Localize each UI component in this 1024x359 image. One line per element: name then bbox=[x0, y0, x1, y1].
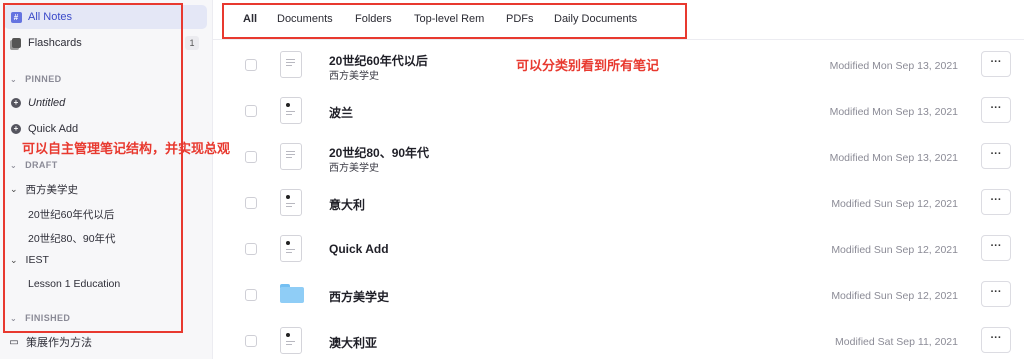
row-modified: Modified Mon Sep 13, 2021 bbox=[829, 106, 958, 118]
annotation-box-tabs bbox=[222, 3, 687, 39]
document-dot-icon bbox=[280, 189, 302, 216]
more-button[interactable]: ··· bbox=[981, 189, 1011, 215]
row-title: 波兰 bbox=[329, 106, 354, 120]
row-checkbox[interactable] bbox=[245, 59, 257, 71]
row-modified: Modified Sun Sep 12, 2021 bbox=[831, 198, 958, 210]
table-row[interactable]: 西方美学史 Modified Sun Sep 12, 2021 ··· bbox=[213, 272, 1024, 318]
row-checkbox[interactable] bbox=[245, 105, 257, 117]
row-checkbox[interactable] bbox=[245, 243, 257, 255]
app-window: # All Notes Flashcards 1 ⌄ PINNED + Unti… bbox=[0, 0, 1024, 359]
folder-icon bbox=[280, 284, 304, 303]
more-button[interactable]: ··· bbox=[981, 97, 1011, 123]
annotation-box-sidebar bbox=[3, 3, 183, 333]
row-subtitle: 西方美学史 bbox=[329, 163, 379, 174]
row-title: 意大利 bbox=[329, 198, 366, 212]
row-title: 西方美学史 bbox=[329, 290, 390, 304]
row-modified: Modified Sun Sep 12, 2021 bbox=[831, 290, 958, 302]
document-lines-icon bbox=[280, 51, 302, 78]
more-button[interactable]: ··· bbox=[981, 281, 1011, 307]
row-title: Quick Add bbox=[329, 242, 389, 256]
document-dot-icon bbox=[280, 235, 302, 262]
table-row[interactable]: 意大利 Modified Sun Sep 12, 2021 ··· bbox=[213, 180, 1024, 226]
row-modified: Modified Sun Sep 12, 2021 bbox=[831, 244, 958, 256]
sidebar-item-label: 策展作为方法 bbox=[26, 337, 92, 349]
annotation-text-sidebar: 可以自主管理笔记结构，并实现总观 bbox=[22, 141, 231, 156]
row-subtitle: 西方美学史 bbox=[329, 71, 379, 82]
sidebar-item-curation[interactable]: ▭ 策展作为方法 bbox=[2, 330, 205, 354]
flashcards-count-badge: 1 bbox=[185, 36, 199, 50]
more-button[interactable]: ··· bbox=[981, 51, 1011, 77]
row-modified: Modified Mon Sep 13, 2021 bbox=[829, 152, 958, 164]
table-row[interactable]: 波兰 Modified Mon Sep 13, 2021 ··· bbox=[213, 88, 1024, 134]
annotation-text-tabs: 可以分类别看到所有笔记 bbox=[516, 58, 660, 73]
table-row[interactable]: 澳大利亚 Modified Sat Sep 11, 2021 ··· bbox=[213, 318, 1024, 359]
table-row[interactable]: Quick Add Modified Sun Sep 12, 2021 ··· bbox=[213, 226, 1024, 272]
row-checkbox[interactable] bbox=[245, 289, 257, 301]
document-dot-icon bbox=[280, 97, 302, 124]
more-button[interactable]: ··· bbox=[981, 235, 1011, 261]
row-modified: Modified Mon Sep 13, 2021 bbox=[829, 60, 958, 72]
document-lines-icon bbox=[280, 143, 302, 170]
document-dot-icon bbox=[280, 327, 302, 354]
more-button[interactable]: ··· bbox=[981, 327, 1011, 353]
calendar-icon: ▭ bbox=[9, 336, 19, 348]
row-checkbox[interactable] bbox=[245, 151, 257, 163]
row-checkbox[interactable] bbox=[245, 197, 257, 209]
table-row[interactable]: 20世纪80、90年代 西方美学史 Modified Mon Sep 13, 2… bbox=[213, 134, 1024, 180]
row-title: 澳大利亚 bbox=[329, 336, 378, 350]
row-modified: Modified Sat Sep 11, 2021 bbox=[835, 336, 958, 348]
more-button[interactable]: ··· bbox=[981, 143, 1011, 169]
row-checkbox[interactable] bbox=[245, 335, 257, 347]
